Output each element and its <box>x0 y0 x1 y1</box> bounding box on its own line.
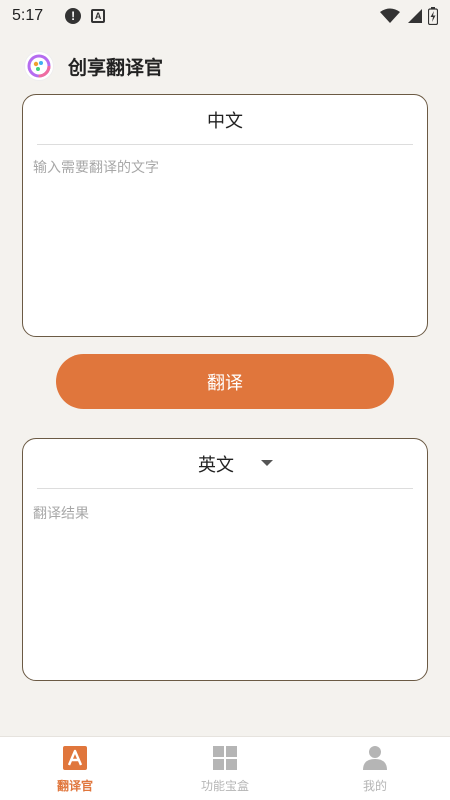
target-language-selector[interactable]: 英文 <box>37 439 413 489</box>
a-notification-icon: A <box>91 9 106 23</box>
translate-icon <box>63 746 87 770</box>
signal-icon <box>408 9 422 23</box>
bottom-nav: 翻译官 功能宝盒 我的 <box>0 736 450 800</box>
app-logo-icon <box>24 51 54 81</box>
source-card: 中文 <box>22 94 428 337</box>
user-icon <box>363 746 387 770</box>
exclamation-circle-icon: ! <box>65 8 82 24</box>
battery-icon <box>428 7 438 25</box>
nav-item-mine[interactable]: 我的 <box>300 737 450 800</box>
target-card: 英文 翻译结果 <box>22 438 428 681</box>
wifi-icon <box>380 8 400 23</box>
target-language-label: 英文 <box>198 454 234 476</box>
nav-label-translator: 翻译官 <box>56 779 93 793</box>
status-bar: 5:17 ! A <box>0 0 450 32</box>
source-language-label: 中文 <box>207 110 243 132</box>
status-time: 5:17 <box>12 7 44 24</box>
app-title: 创享翻译官 <box>68 56 164 79</box>
nav-label-mine: 我的 <box>362 779 387 793</box>
nav-item-toolbox[interactable]: 功能宝盒 <box>150 737 300 800</box>
status-right <box>380 7 438 25</box>
translation-result: 翻译结果 <box>33 506 89 522</box>
nav-item-translator[interactable]: 翻译官 <box>0 737 150 800</box>
source-language-header[interactable]: 中文 <box>37 95 413 145</box>
source-text-input[interactable] <box>33 157 409 327</box>
chevron-down-icon[interactable] <box>261 460 273 466</box>
translate-button[interactable]: 翻译 <box>56 354 394 409</box>
grid-icon <box>213 746 237 770</box>
nav-label-toolbox: 功能宝盒 <box>200 779 249 793</box>
app-header: 创享翻译官 <box>24 50 163 82</box>
